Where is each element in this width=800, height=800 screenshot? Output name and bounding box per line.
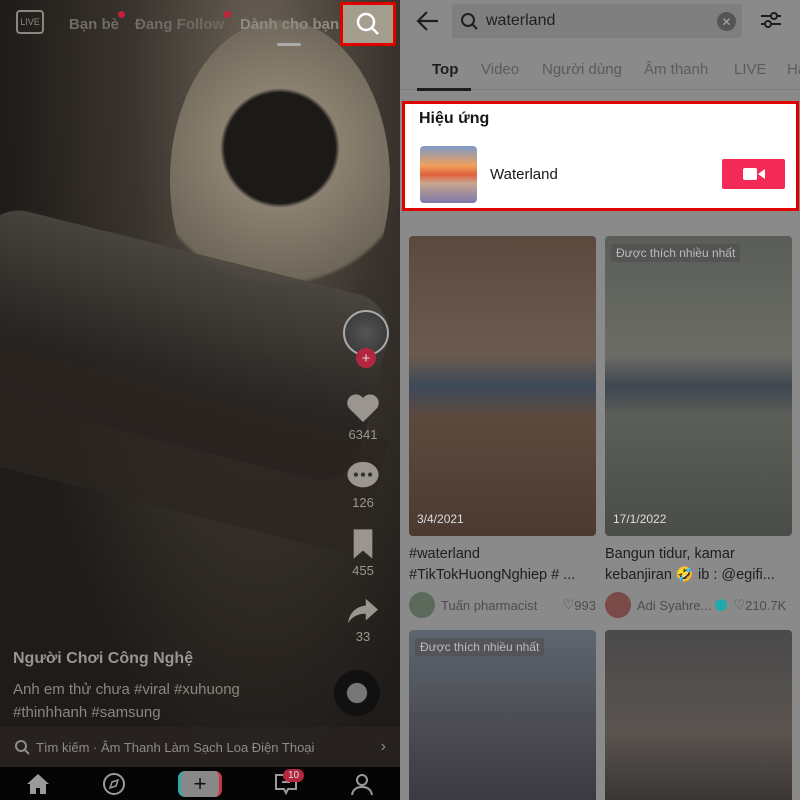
- search-suggestion-bar[interactable]: Tìm kiếm · Âm Thanh Làm Sạch Loa Điện Th…: [0, 727, 400, 767]
- comment-icon: [347, 461, 379, 488]
- tab-users[interactable]: Người dùng: [542, 61, 622, 78]
- effect-thumbnail[interactable]: [420, 146, 477, 203]
- share-button[interactable]: 33: [338, 596, 388, 644]
- search-icon: [15, 740, 30, 755]
- tab-top[interactable]: Top: [432, 61, 458, 78]
- verified-icon: [715, 599, 728, 611]
- author-name[interactable]: Tuấn pharmacist: [441, 598, 563, 613]
- heart-icon: ♡: [562, 597, 575, 612]
- effects-section: Hiệu ứng Waterland: [402, 101, 799, 211]
- avatar[interactable]: [409, 592, 435, 618]
- video-title: #waterland #TikTokHuongNghiep # ...: [409, 546, 576, 583]
- save-button[interactable]: 455: [338, 528, 388, 578]
- back-arrow-icon[interactable]: [416, 10, 440, 32]
- tab-video[interactable]: Video: [481, 61, 519, 78]
- profile-icon[interactable]: [350, 772, 374, 796]
- author-name[interactable]: Adi Syahre...: [637, 598, 711, 613]
- heart-icon: [347, 394, 379, 423]
- bottom-nav: +: [0, 767, 400, 800]
- result-card[interactable]: [605, 630, 792, 800]
- video-thumbnail[interactable]: Được thích nhiều nhất: [409, 630, 596, 800]
- most-liked-label: Được thích nhiều nhất: [415, 638, 545, 656]
- active-tab-indicator: [417, 88, 471, 91]
- search-suggestion-text: Tìm kiếm · Âm Thanh Làm Sạch Loa Điện Th…: [36, 739, 315, 755]
- like-count: 210.7K: [745, 597, 787, 613]
- effects-heading: Hiệu ứng: [419, 110, 490, 127]
- share-icon: [348, 598, 378, 624]
- discover-icon[interactable]: [102, 772, 126, 796]
- video-thumbnail[interactable]: [605, 630, 792, 800]
- search-icon: [461, 13, 478, 30]
- home-icon[interactable]: [26, 773, 50, 795]
- bookmark-icon: [353, 529, 373, 559]
- notification-dot: [118, 11, 125, 18]
- save-count: 455: [352, 563, 374, 578]
- result-card[interactable]: Được thích nhiều nhất: [409, 630, 596, 800]
- search-query: waterland: [486, 12, 556, 29]
- video-camera-icon: [742, 168, 765, 180]
- chevron-right-icon: ›: [380, 738, 386, 755]
- music-disc[interactable]: [334, 670, 380, 716]
- tab-hashtags[interactable]: Ha: [787, 61, 800, 78]
- search-icon: [356, 12, 379, 35]
- create-button[interactable]: +: [178, 770, 222, 797]
- tab-following[interactable]: Đang Follow: [135, 16, 224, 33]
- live-icon[interactable]: LIVE: [16, 10, 44, 34]
- video-thumbnail[interactable]: Được thích nhiều nhất 17/1/2022: [605, 236, 792, 536]
- like-count: 6341: [348, 427, 378, 442]
- share-count: 33: [355, 629, 371, 644]
- tab-live[interactable]: LIVE: [734, 61, 767, 78]
- search-results: waterland ✕ Top Video Người dùng Âm than…: [400, 0, 800, 800]
- result-card[interactable]: Được thích nhiều nhất 17/1/2022 Bangun t…: [605, 236, 792, 618]
- effect-name[interactable]: Waterland: [490, 166, 558, 183]
- inbox-badge: 10: [283, 769, 305, 782]
- comment-count: 126: [352, 495, 374, 510]
- most-liked-label: Được thích nhiều nhất: [611, 244, 741, 262]
- video-thumbnail[interactable]: 3/4/2021: [409, 236, 596, 536]
- tab-friends[interactable]: Bạn bè: [69, 16, 119, 33]
- tab-sounds[interactable]: Âm thanh: [644, 61, 708, 78]
- heart-icon: ♡: [733, 597, 746, 612]
- like-count: 993: [574, 597, 596, 613]
- comment-button[interactable]: 126: [338, 460, 388, 510]
- avatar[interactable]: [605, 592, 631, 618]
- search-header: waterland ✕: [400, 0, 800, 44]
- author-name[interactable]: Người Chơi Công Nghệ: [13, 650, 193, 668]
- for-you-feed: LIVE Bạn bè Đang Follow Dành cho bạn + 6…: [0, 0, 400, 800]
- tab-for-you[interactable]: Dành cho bạn: [240, 16, 339, 33]
- video-date: 17/1/2022: [613, 512, 667, 526]
- video-title: Bangun tidur, kamar kebanjiran 🤣 ib : @e…: [605, 546, 775, 583]
- search-input[interactable]: waterland ✕: [452, 4, 742, 38]
- search-button[interactable]: [340, 2, 396, 46]
- video-date: 3/4/2021: [417, 512, 464, 526]
- clear-icon[interactable]: ✕: [717, 12, 736, 31]
- search-tabs: Top Video Người dùng Âm thanh LIVE Ha: [400, 52, 800, 91]
- follow-button[interactable]: +: [356, 348, 376, 368]
- filter-icon[interactable]: [760, 10, 782, 30]
- notification-dot: [224, 11, 231, 18]
- video-description: Anh em thử chưa #viral #xuhuong #thinhha…: [13, 681, 240, 721]
- active-tab-indicator: [277, 43, 301, 46]
- like-button[interactable]: 6341: [338, 392, 388, 442]
- record-with-effect-button[interactable]: [722, 159, 785, 189]
- result-card[interactable]: 3/4/2021 #waterland #TikTokHuongNghiep #…: [409, 236, 596, 618]
